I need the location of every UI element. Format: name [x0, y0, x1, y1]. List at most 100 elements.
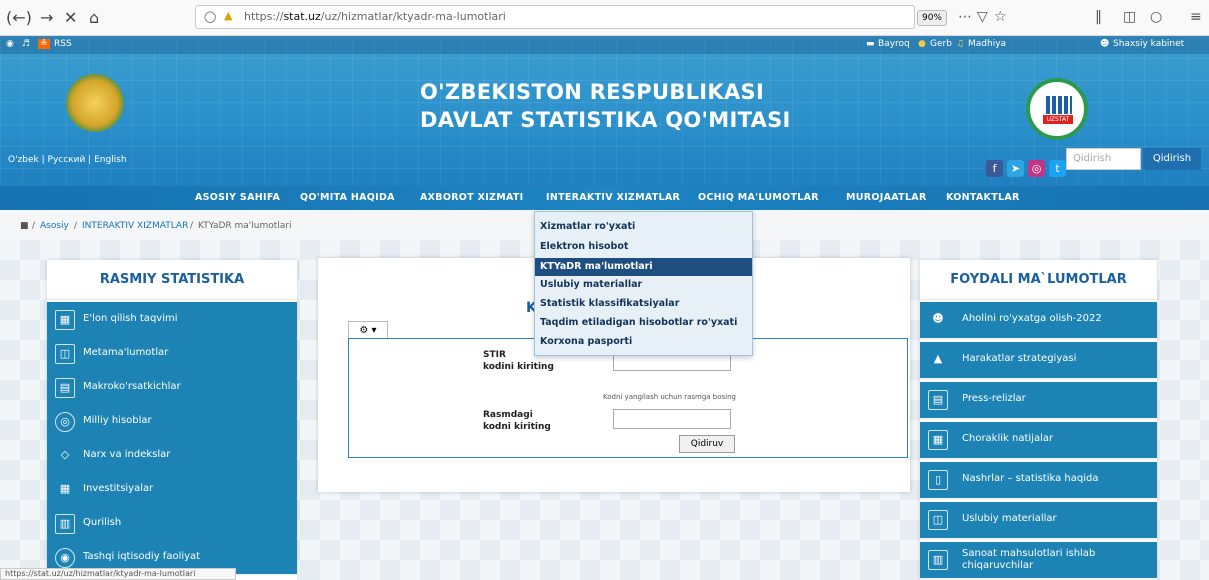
useful-item-census[interactable]: ☻ Aholini ro'yxatga olish-2022	[920, 302, 1157, 340]
site-header: ◉ ♬ ≗ RSS ▬ Bayroq ● Gerb ♫ Madhiya ☻ Sh…	[0, 36, 1209, 186]
eye-icon[interactable]: ◉	[6, 39, 14, 49]
breadcrumb-interaktiv[interactable]: INTERAKTIV XIZMATLAR	[82, 221, 188, 231]
lock-icon: ▲	[224, 9, 233, 22]
browser-toolbar: (←) → ✕ ⌂ ◯ ▲ https://stat.uz/uz/hizmatl…	[0, 0, 1209, 36]
bookmark-star-icon[interactable]: ☆	[994, 9, 1007, 25]
zoom-level[interactable]: 90%	[917, 10, 947, 26]
chart-icon: ▤	[55, 378, 75, 398]
dropdown-item-hisobotlar[interactable]: Taqdim etiladigan hisobotlar ro'yxati	[535, 314, 752, 332]
useful-item-strategy[interactable]: ▲ Harakatlar strategiyasi	[920, 342, 1157, 380]
useful-item-quarterly[interactable]: ▦ Choraklik natijalar	[920, 422, 1157, 460]
search-submit-button[interactable]: Qidiruv	[679, 435, 735, 453]
forward-icon[interactable]: →	[40, 8, 53, 27]
money-icon: ▦	[59, 482, 71, 495]
tag-icon: ◇	[60, 448, 70, 461]
facebook-icon[interactable]: f	[986, 160, 1003, 177]
menu-icon[interactable]: ≡	[1190, 9, 1202, 25]
rss-icon[interactable]: ≗	[38, 39, 50, 49]
twitter-icon[interactable]: t	[1049, 160, 1066, 177]
form-box: STIR kodini kiriting Kodni yangilash uchu…	[348, 338, 908, 458]
speaker-icon[interactable]: ♬	[22, 39, 30, 49]
dropdown-item-ktyadr[interactable]: KTYaDR ma'lumotlari	[535, 258, 752, 276]
cabinet-link[interactable]: Shaxsiy kabinet	[1113, 39, 1184, 49]
lang-ru[interactable]: Русский	[48, 155, 86, 165]
left-panel: RASMIY STATISTIKA ▦ E'lon qilish taqvimi …	[47, 260, 297, 580]
book-icon: ◫	[928, 510, 948, 530]
close-icon[interactable]: ✕	[64, 8, 77, 27]
useful-item-press[interactable]: ▤ Press-relizlar	[920, 382, 1157, 420]
url-text: https://stat.uz/uz/hizmatlar/ktyadr-ma-l…	[244, 10, 506, 23]
sidebar-item-investitsiyalar[interactable]: ▦ Investitsiyalar	[47, 472, 297, 508]
building-icon: ▥	[55, 514, 75, 534]
search-input[interactable]: Qidirish	[1066, 148, 1141, 170]
sidebar-item-elon[interactable]: ▦ E'lon qilish taqvimi	[47, 302, 297, 338]
sidebar-item-metamalumotlar[interactable]: ◫ Metama'lumotlar	[47, 336, 297, 372]
dropdown-item-uslubiy[interactable]: Uslubiy materiallar	[535, 276, 752, 294]
breadcrumb-asosiy[interactable]: Asosiy	[40, 221, 69, 231]
music-icon: ♫	[956, 39, 965, 49]
menu-asosiy[interactable]: ASOSIY SAHIFA	[195, 192, 280, 203]
sidebar-item-narx[interactable]: ◇ Narx va indekslar	[47, 438, 297, 474]
rss-link[interactable]: RSS	[54, 39, 72, 49]
dropdown-item-xizmatlar[interactable]: Xizmatlar ro'yxati	[535, 218, 752, 236]
right-panel: FOYDALI MA`LUMOTLAR ☻ Aholini ro'yxatga o…	[920, 260, 1157, 580]
dropdown-item-klassifikatsiyalar[interactable]: Statistik klassifikatsiyalar	[535, 295, 752, 313]
menu-axborot[interactable]: AXBOROT XIZMATI	[420, 192, 524, 203]
madhiya-link[interactable]: Madhiya	[968, 39, 1006, 49]
menu-kontaktlar[interactable]: KONTAKTLAR	[946, 192, 1020, 203]
lang-en[interactable]: English	[94, 155, 127, 165]
language-switcher: O'zbek | Русский | English	[8, 155, 127, 165]
useful-item-producers[interactable]: ▥ Sanoat mahsulotlari ishlab chiqaruvchil…	[920, 542, 1157, 580]
sidebar-icon[interactable]: ◫	[1123, 9, 1136, 25]
telegram-icon[interactable]: ➤	[1007, 160, 1024, 177]
shield-icon: ◯	[204, 10, 217, 23]
back-icon[interactable]: (←)	[6, 8, 32, 27]
useful-item-methodology[interactable]: ◫ Uslubiy materiallar	[920, 502, 1157, 540]
search-button[interactable]: Qidirish	[1143, 148, 1201, 170]
chart-icon: ▦	[928, 430, 948, 450]
flag-icon: ▬	[866, 39, 875, 49]
extension-icon[interactable]: ○	[1150, 9, 1162, 25]
globe-icon: ◎	[55, 412, 75, 432]
state-emblem[interactable]	[66, 74, 124, 132]
more-icon[interactable]: ⋯	[958, 9, 972, 25]
captcha-input[interactable]	[613, 409, 731, 429]
monument-icon: ▲	[933, 352, 943, 365]
dropdown-item-pasport[interactable]: Korxona pasporti	[535, 333, 752, 351]
dropdown-item-elektron[interactable]: Elektron hisobot	[535, 238, 752, 256]
uzstat-logo[interactable]: UZSTAT	[1026, 78, 1088, 140]
captcha-hint: Kodni yangilash uchun rasmga bosing	[603, 393, 736, 401]
document-icon: ▯	[928, 470, 948, 490]
home-icon[interactable]: ■	[20, 221, 29, 231]
newspaper-icon: ▤	[928, 390, 948, 410]
gear-icon[interactable]: ⚙ ▾	[348, 321, 388, 339]
menu-interaktiv[interactable]: INTERAKTIV XIZMATLAR	[546, 192, 680, 203]
lang-uz[interactable]: O'zbek	[8, 155, 39, 165]
people-icon: ☻	[932, 312, 944, 325]
sidebar-item-qurilish[interactable]: ▥ Qurilish	[47, 506, 297, 542]
home-icon[interactable]: ⌂	[89, 8, 99, 27]
sidebar-item-milliy[interactable]: ◎ Milliy hisoblar	[47, 404, 297, 440]
top-bar: ◉ ♬ ≗ RSS ▬ Bayroq ● Gerb ♫ Madhiya ☻ Sh…	[0, 36, 1209, 54]
instagram-icon[interactable]: ◎	[1028, 160, 1045, 177]
site-title: O'ZBEKISTON RESPUBLIKASI DAVLAT STATISTI…	[420, 80, 791, 132]
status-bar-url: https://stat.uz/uz/hizmatlar/ktyadr-ma-l…	[0, 568, 236, 580]
library-icon[interactable]: ‖	[1095, 9, 1102, 25]
globe-icon: ◉	[55, 548, 75, 568]
url-bar[interactable]: ◯ ▲ https://stat.uz/uz/hizmatlar/ktyadr-…	[195, 5, 915, 29]
captcha-label: Rasmdagi kodni kiriting	[483, 410, 551, 432]
breadcrumb-current: KTYaDR ma'lumotlari	[198, 221, 292, 231]
right-panel-title: FOYDALI MA`LUMOTLAR	[920, 260, 1157, 300]
menu-murojaatlar[interactable]: MUROJAATLAR	[846, 192, 927, 203]
menu-ochiq[interactable]: OCHIQ MA'LUMOTLAR	[698, 192, 819, 203]
interaktiv-dropdown: Xizmatlar ro'yxati Elektron hisobot KTYa…	[534, 211, 753, 356]
user-icon: ☻	[1100, 39, 1110, 49]
useful-item-publications[interactable]: ▯ Nashrlar – statistika haqida	[920, 462, 1157, 500]
calendar-icon: ▦	[55, 310, 75, 330]
menu-qomita[interactable]: QO'MITA HAQIDA	[300, 192, 395, 203]
factory-icon: ▥	[928, 550, 948, 570]
sidebar-item-makro[interactable]: ▤ Makroko'rsatkichlar	[47, 370, 297, 406]
gerb-link[interactable]: Gerb	[930, 39, 952, 49]
pocket-icon[interactable]: ▽	[977, 9, 988, 25]
bayroq-link[interactable]: Bayroq	[878, 39, 910, 49]
